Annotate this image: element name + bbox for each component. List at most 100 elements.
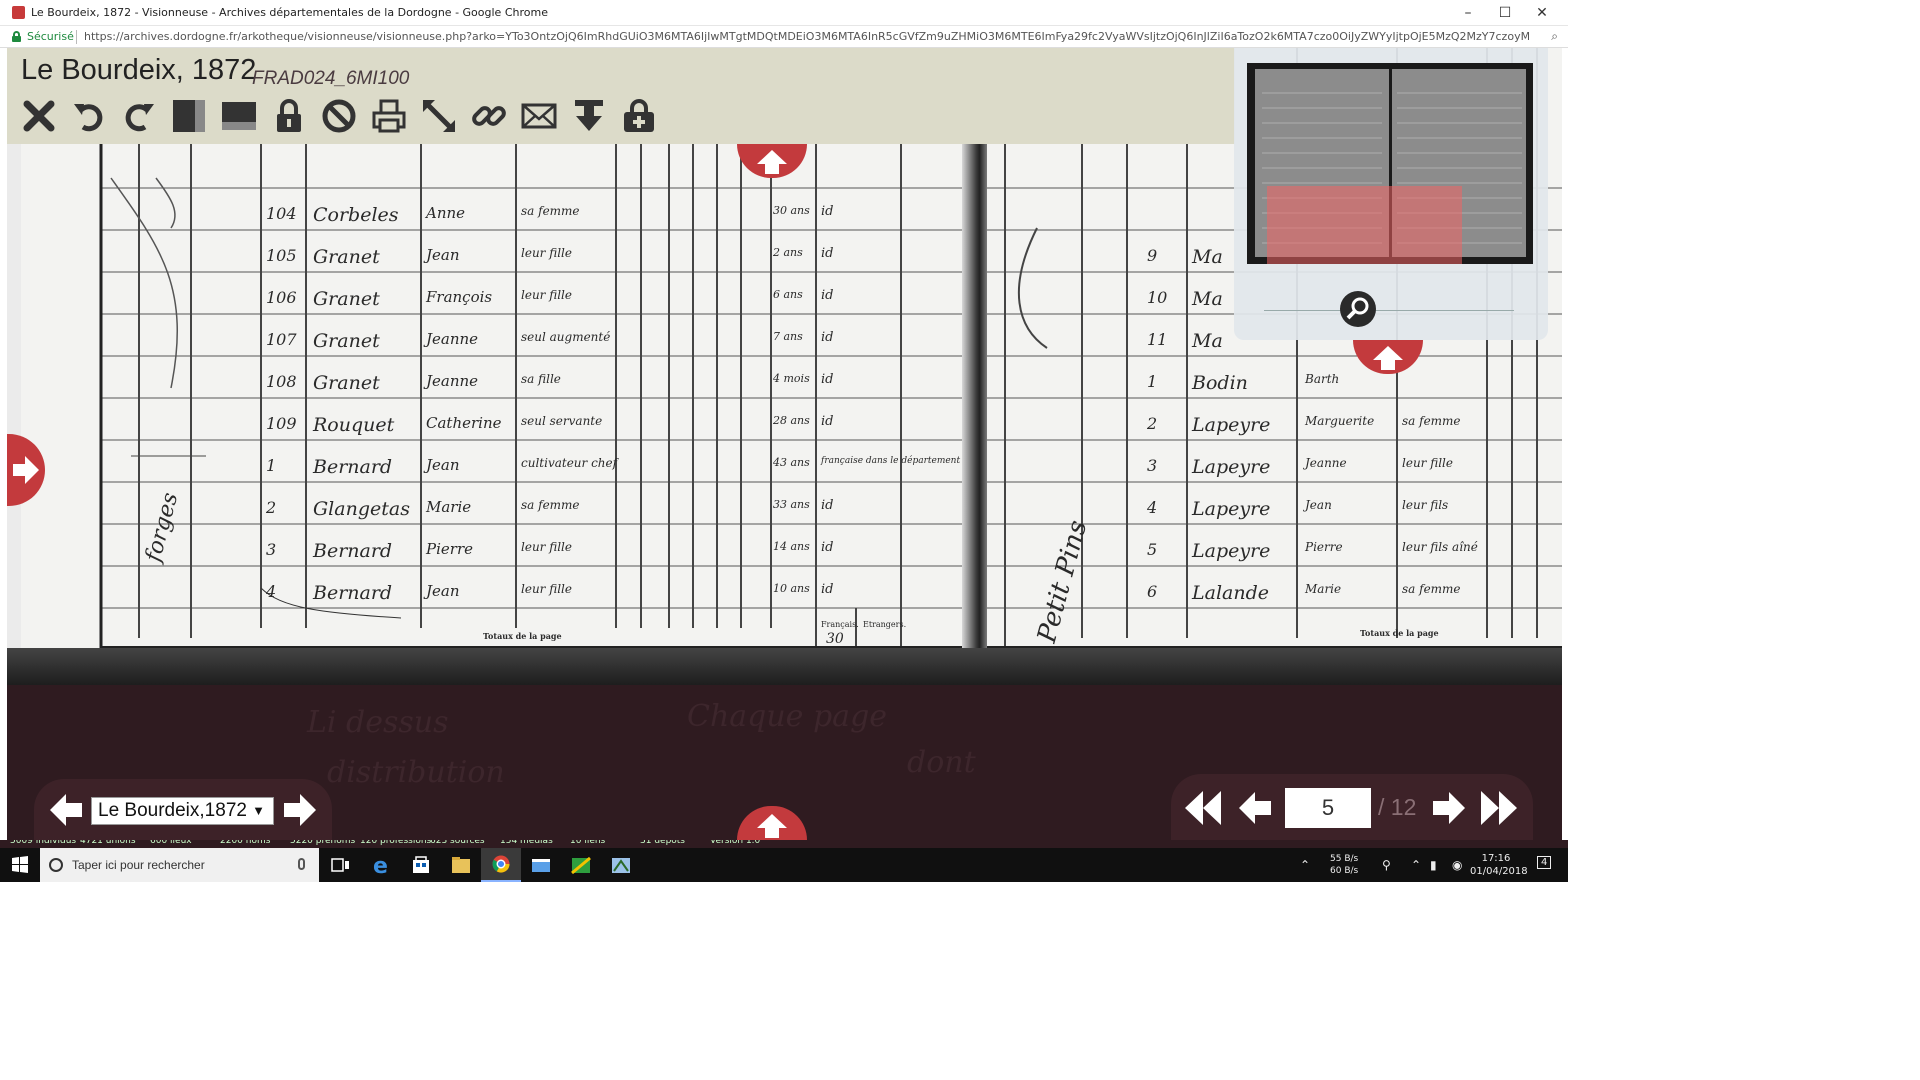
- register-cell-first: Jeanne: [426, 330, 479, 348]
- chrome-icon[interactable]: [481, 848, 521, 882]
- register-cell-note: id: [821, 204, 834, 219]
- tray-expand-icon[interactable]: ⌃: [1300, 858, 1310, 872]
- register-cell-note: id: [821, 414, 834, 429]
- secure-label: Sécurisé: [27, 30, 74, 43]
- page-thumbnail[interactable]: [1247, 63, 1533, 264]
- register-cell-role: leur fille: [1402, 456, 1453, 470]
- network-speed: 55 B/s 60 B/s: [1330, 854, 1359, 876]
- next-page-icon[interactable]: [1429, 788, 1469, 828]
- address-bar[interactable]: Sécurisé https://archives.dordogne.fr/ar…: [0, 26, 1568, 48]
- rotate-right-icon[interactable]: [121, 98, 157, 134]
- register-cell-num: 2: [266, 498, 277, 517]
- status-strip: 5009 individus 4721 unions 600 lieux 2200 n…: [0, 840, 1568, 848]
- register-cell-age: 33 ans: [773, 498, 810, 511]
- status-item: Version 1.0: [710, 840, 761, 846]
- status-item: 623 sources: [430, 840, 485, 846]
- register-cell-age: 7 ans: [773, 330, 803, 343]
- register-cell-surname: Rouquet: [313, 414, 395, 436]
- status-item: 120 professions: [360, 840, 432, 846]
- register-cell-num: 1: [1147, 372, 1158, 391]
- wifi-icon[interactable]: ◉: [1452, 858, 1462, 872]
- previous-page-icon[interactable]: [1235, 788, 1275, 828]
- register-cell-role: leur fille: [521, 540, 572, 554]
- favicon-icon: [12, 6, 25, 19]
- file-explorer-icon[interactable]: [441, 848, 481, 882]
- zoom-icon[interactable]: ⌕: [1551, 29, 1558, 44]
- genealogy-app-icon[interactable]: [561, 848, 601, 882]
- microphone-icon[interactable]: [298, 858, 305, 870]
- register-cell-surname: Ma: [1192, 288, 1223, 310]
- notifications-icon[interactable]: 4: [1537, 856, 1552, 869]
- task-view-icon[interactable]: [320, 848, 360, 882]
- register-cell-note: id: [821, 540, 834, 555]
- document-code: FRAD024_6MI100: [252, 68, 410, 89]
- register-cell-note: id: [821, 498, 834, 513]
- register-cell-first: Jean: [426, 456, 460, 474]
- url-text[interactable]: https://archives.dordogne.fr/arkotheque/…: [84, 30, 1529, 43]
- status-item: 31 dépôts: [640, 840, 685, 846]
- register-cell-num: 2: [1147, 414, 1158, 433]
- register-cell-first: Jeanne: [1305, 456, 1347, 470]
- previous-document-icon[interactable]: [46, 790, 86, 830]
- double-page-icon[interactable]: [221, 98, 257, 134]
- zoom-magnifier-icon[interactable]: [1340, 291, 1376, 327]
- register-cell-surname: Lapeyre: [1192, 540, 1271, 562]
- next-document-icon[interactable]: [280, 790, 320, 830]
- register-cell-surname: Ma: [1192, 330, 1223, 352]
- register-cell-age: 28 ans: [773, 414, 810, 427]
- register-cell-age: 6 ans: [773, 288, 803, 301]
- windows-start-icon[interactable]: [0, 848, 40, 882]
- clock[interactable]: 17:16 01/04/2018: [1470, 852, 1528, 878]
- link-icon[interactable]: [471, 98, 507, 134]
- cortana-icon: [49, 858, 63, 872]
- minimize-button[interactable]: –: [1450, 0, 1486, 26]
- add-to-basket-icon[interactable]: [621, 98, 657, 134]
- status-item: 2200 noms: [220, 840, 271, 846]
- map-app-icon[interactable]: [601, 848, 641, 882]
- header-panel: Le Bourdeix, 1872 FRAD024_6MI100: [7, 48, 1235, 144]
- register-cell-first: Jean: [426, 582, 460, 600]
- register-cell-note: id: [821, 288, 834, 303]
- left-totals-label: Totaux de la page: [483, 631, 562, 641]
- register-cell-num: 106: [266, 288, 297, 307]
- lock-icon[interactable]: [271, 98, 307, 134]
- taskbar-search[interactable]: Taper ici pour rechercher: [40, 848, 319, 882]
- close-window-button[interactable]: ✕: [1524, 0, 1560, 26]
- single-page-icon[interactable]: [171, 98, 207, 134]
- page-number-input[interactable]: [1285, 788, 1371, 828]
- status-item: 600 lieux: [150, 840, 192, 846]
- register-cell-num: 109: [266, 414, 297, 433]
- last-page-icon[interactable]: [1479, 788, 1519, 828]
- email-icon[interactable]: [521, 98, 557, 134]
- document-select[interactable]: Le Bourdeix,1872 ▼: [91, 797, 274, 825]
- col-francais-label: Français.: [821, 620, 859, 629]
- register-cell-first: Pierre: [426, 540, 473, 558]
- reset-icon[interactable]: [321, 98, 357, 134]
- register-cell-age: 14 ans: [773, 540, 810, 553]
- download-icon[interactable]: [571, 98, 607, 134]
- register-cell-first: Barth: [1305, 372, 1340, 386]
- app-window-icon[interactable]: [521, 848, 561, 882]
- register-cell-role: sa femme: [1402, 414, 1461, 428]
- register-cell-first: Anne: [426, 204, 466, 222]
- viewport-indicator[interactable]: [1267, 186, 1462, 264]
- register-cell-surname: Bernard: [313, 456, 393, 478]
- battery-icon[interactable]: ▮: [1430, 858, 1437, 872]
- document-title: Le Bourdeix, 1872: [21, 54, 257, 86]
- people-icon[interactable]: ⚲: [1382, 858, 1391, 872]
- register-cell-role: leur fille: [521, 582, 572, 596]
- show-hidden-icons[interactable]: ⌃: [1411, 858, 1421, 872]
- register-cell-role: sa femme: [521, 204, 580, 218]
- register-cell-note: id: [821, 582, 834, 597]
- fullscreen-icon[interactable]: [421, 98, 457, 134]
- store-icon[interactable]: [401, 848, 441, 882]
- close-icon[interactable]: [21, 98, 57, 134]
- print-icon[interactable]: [371, 98, 407, 134]
- edge-browser-icon[interactable]: e: [361, 848, 401, 882]
- maximize-button[interactable]: ☐: [1487, 0, 1523, 26]
- zoom-slider-track[interactable]: [1264, 310, 1514, 311]
- rotate-left-icon[interactable]: [71, 98, 107, 134]
- first-page-icon[interactable]: [1183, 788, 1223, 828]
- status-item: 4721 unions: [80, 840, 136, 846]
- register-cell-first: Catherine: [426, 414, 502, 432]
